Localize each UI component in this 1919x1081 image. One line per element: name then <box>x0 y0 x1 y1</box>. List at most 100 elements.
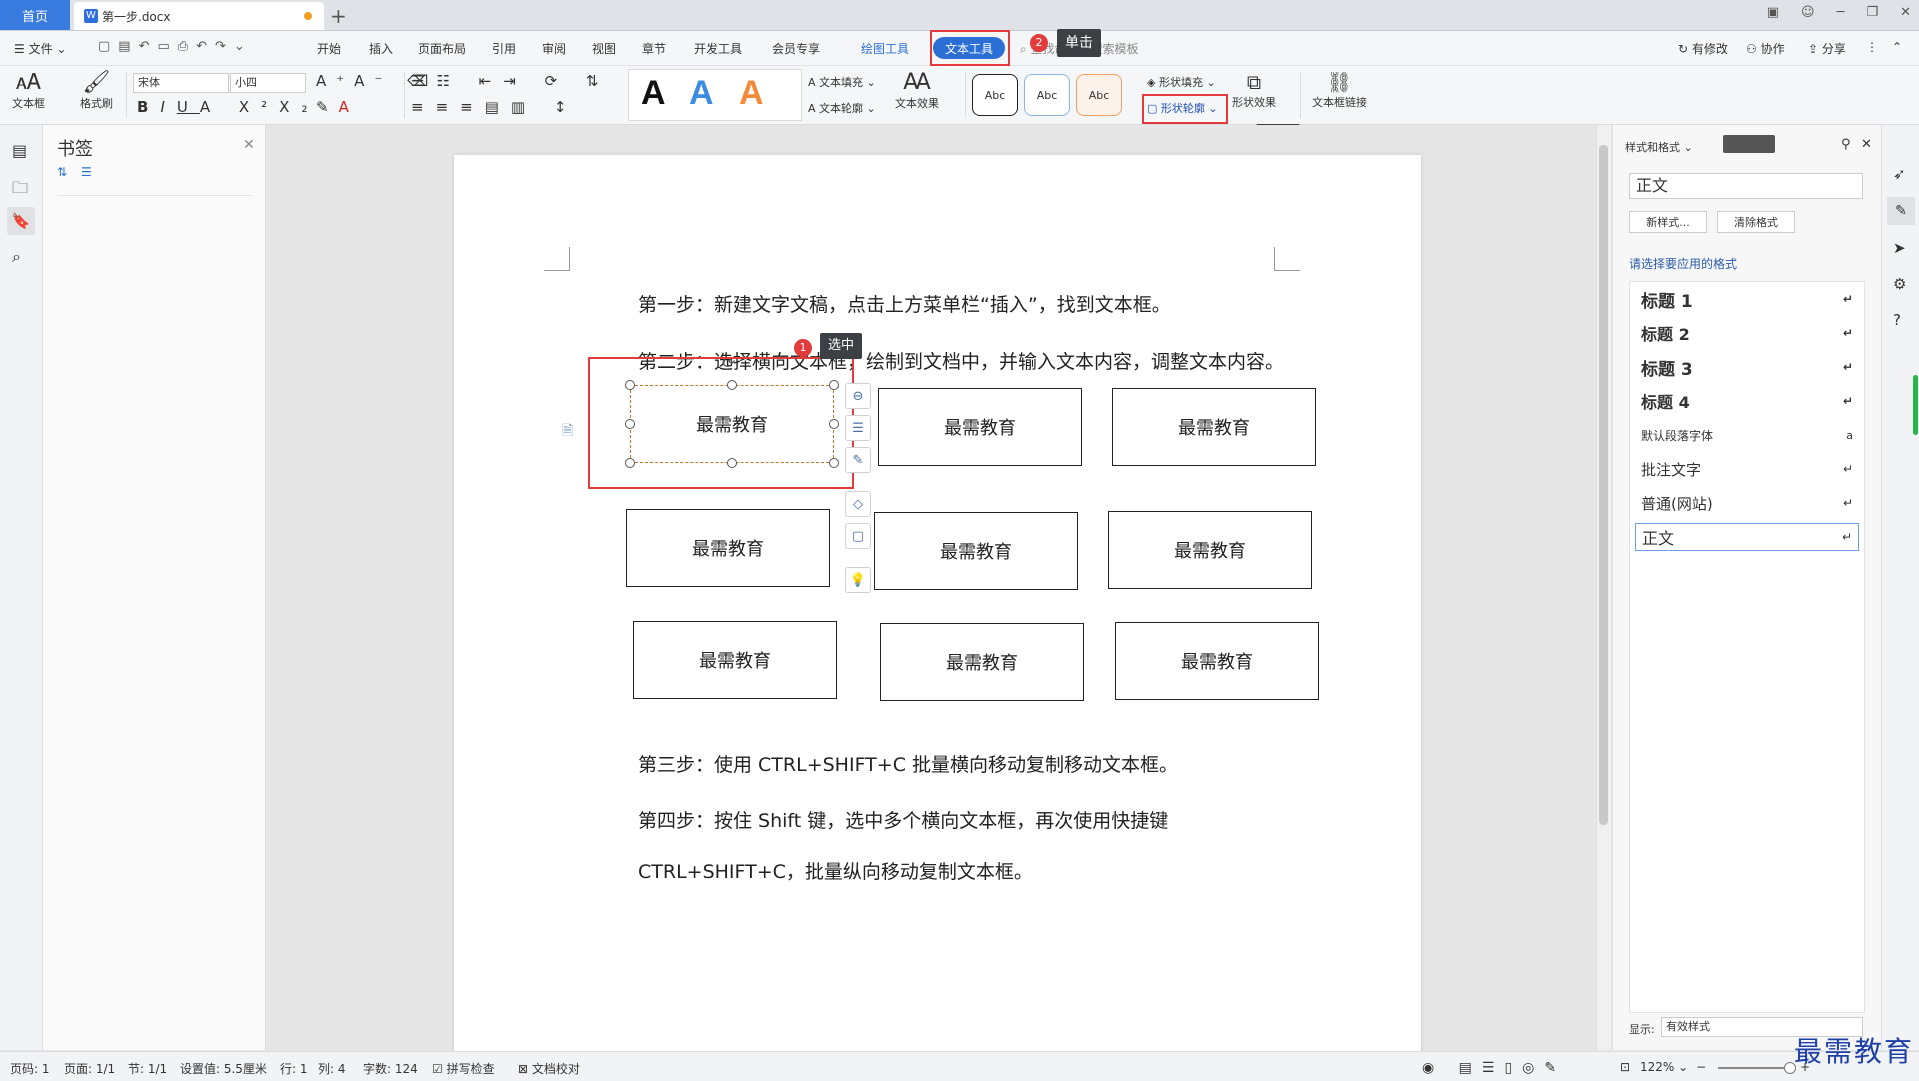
fit-page-icon[interactable]: ⊡ <box>1620 1060 1630 1074</box>
rocket-icon[interactable]: ➶ <box>1893 165 1906 183</box>
menu-view[interactable]: 视图 <box>592 40 616 57</box>
textbox-button[interactable]: 🗚 文本框 <box>12 70 45 111</box>
folder-icon[interactable]: 🗀 <box>12 177 28 204</box>
textbox[interactable]: 最需教育 <box>880 623 1084 701</box>
zoom-slider[interactable] <box>1718 1067 1792 1069</box>
scroll-thumb[interactable] <box>1599 145 1608 825</box>
list-buttons[interactable]: ☰☷ ⇤⇥ ⟳ ⇅ <box>411 72 610 90</box>
close-icon[interactable]: ✕ <box>1861 137 1872 152</box>
text-outline-button[interactable]: A 文本轮廓 ⌄ <box>808 100 876 116</box>
file-menu[interactable]: ☰ 文件 ⌄ <box>14 40 66 57</box>
textbox[interactable]: 最需教育 <box>878 388 1082 466</box>
format-brush-button[interactable]: 🖌 格式刷 <box>80 70 113 111</box>
menu-review[interactable]: 审阅 <box>542 40 566 57</box>
vertical-scrollbar[interactable] <box>1596 125 1611 1050</box>
style-item-comment[interactable]: 批注文字 ↵ <box>1635 455 1859 483</box>
status-page-number[interactable]: 页码: 1 <box>10 1060 50 1077</box>
close-icon[interactable]: ✕ <box>1900 5 1911 20</box>
style-icon[interactable]: ✎ <box>845 447 871 473</box>
help-icon[interactable]: ? <box>1893 311 1901 329</box>
text-style-gallery[interactable]: A A A <box>628 69 802 121</box>
menu-chapter[interactable]: 章节 <box>642 40 666 57</box>
style-pane-title[interactable]: 样式和格式 ⌄ <box>1625 139 1693 155</box>
restore-icon[interactable]: ❐ <box>1866 5 1878 20</box>
sliders-icon[interactable]: ⚙ <box>1893 275 1906 293</box>
tab-document[interactable]: W 第一步.docx <box>74 2 324 30</box>
shape-effect-button[interactable]: ⧉ 形状效果 <box>1232 70 1276 110</box>
textbox-link-button[interactable]: ⛓ 文本框链接 <box>1312 70 1367 110</box>
avatar[interactable]: ☺ <box>1801 5 1815 20</box>
style-item-default-font[interactable]: 默认段落字体 a <box>1635 421 1859 449</box>
menu-page-layout[interactable]: 页面布局 <box>418 40 466 57</box>
shape-style-2[interactable]: Abc <box>1024 74 1070 116</box>
new-tab-button[interactable]: + <box>330 4 347 28</box>
textbox[interactable]: 最需教育 <box>1108 511 1312 589</box>
cursor-icon[interactable]: ➤ <box>1893 239 1906 257</box>
spell-check-button[interactable]: ☑ 拼写检查 <box>432 1060 495 1077</box>
textbox[interactable]: 最需教育 <box>874 512 1078 590</box>
tab-home[interactable]: 首页 <box>0 0 70 30</box>
font-name-select[interactable]: 宋体 <box>133 73 229 93</box>
more-icon[interactable]: ⋮ <box>1866 40 1878 54</box>
menu-member[interactable]: 会员专享 <box>772 40 820 57</box>
font-size-select[interactable]: 小四 <box>230 73 306 93</box>
layout-icon[interactable]: ▣ <box>1767 5 1779 20</box>
menu-drawing-tools[interactable]: 绘图工具 <box>861 40 909 57</box>
document-page[interactable]: 第一步：新建文字文稿，点击上方菜单栏“插入”，找到文本框。 第二步：选择横向文本… <box>454 155 1421 1055</box>
shape-style-1[interactable]: Abc <box>972 74 1018 116</box>
sort-buttons[interactable]: ⇅☰ <box>57 165 106 179</box>
collapse-ribbon-icon[interactable]: ⌃ <box>1892 40 1902 54</box>
zoom-out-icon[interactable]: − <box>1696 1060 1706 1074</box>
font-style-buttons[interactable]: BIUA X²X₂ <box>137 98 319 116</box>
menu-start[interactable]: 开始 <box>317 40 341 57</box>
text-style-blue[interactable]: A <box>689 74 714 113</box>
status-words[interactable]: 字数: 124 <box>363 1060 418 1077</box>
pen-icon[interactable]: ✎ <box>1887 197 1915 225</box>
textbox[interactable]: 最需教育 <box>1115 622 1319 700</box>
status-row[interactable]: 行: 1 <box>280 1060 308 1077</box>
menu-reference[interactable]: 引用 <box>492 40 516 57</box>
proofread-button[interactable]: ⊠ 文档校对 <box>518 1060 580 1077</box>
pin-icon[interactable]: ⚲ <box>1841 137 1851 152</box>
highlight-color-buttons[interactable]: ✎A <box>316 98 359 116</box>
view-mode-buttons[interactable]: ◉ ▤☰▯◎✎ <box>1422 1060 1566 1076</box>
status-section[interactable]: 节: 1/1 <box>128 1060 167 1077</box>
style-item-normal[interactable]: 正文 ↵ <box>1635 523 1859 551</box>
menu-insert[interactable]: 插入 <box>369 40 393 57</box>
quick-access-toolbar[interactable]: ▢▤↶▭⎙↶↷⌄ <box>98 39 253 54</box>
status-col[interactable]: 列: 4 <box>318 1060 346 1077</box>
shape-style-3[interactable]: Abc <box>1076 74 1122 116</box>
share-button[interactable]: ⇪ 分享 <box>1808 40 1846 57</box>
zoom-level[interactable]: 122% ⌄ <box>1640 1060 1688 1074</box>
outline-icon[interactable]: ▤ <box>12 141 27 160</box>
status-page[interactable]: 页面: 1/1 <box>64 1060 115 1077</box>
clear-format-button[interactable]: 清除格式 <box>1717 211 1795 233</box>
lightbulb-icon[interactable]: 💡 <box>845 567 871 593</box>
menu-developer[interactable]: 开发工具 <box>694 40 742 57</box>
fill-icon[interactable]: ◇ <box>845 491 871 517</box>
modified-button[interactable]: ↻ 有修改 <box>1678 40 1728 57</box>
text-fill-button[interactable]: A 文本填充 ⌄ <box>808 74 876 90</box>
style-item-heading2[interactable]: 标题 2 ↵ <box>1635 319 1859 347</box>
outline-icon[interactable]: ▢ <box>845 523 871 549</box>
bookmark-icon[interactable]: 🔖 <box>7 207 35 235</box>
text-style-black[interactable]: A <box>641 74 666 113</box>
collapse-icon[interactable]: ⊖ <box>845 383 871 409</box>
align-buttons[interactable]: ≡≡≡▤▥ ↕ <box>411 98 578 116</box>
style-item-heading4[interactable]: 标题 4 ↵ <box>1635 387 1859 415</box>
textbox[interactable]: 最需教育 <box>626 509 830 587</box>
current-style-select[interactable]: 正文 <box>1629 173 1863 199</box>
layout-options-icon[interactable]: ☰ <box>845 415 871 441</box>
style-item-heading1[interactable]: 标题 1 ↵ <box>1635 285 1859 313</box>
shape-fill-button[interactable]: ◈ 形状填充 ⌄ <box>1147 74 1216 90</box>
status-setting[interactable]: 设置值: 5.5厘米 <box>180 1060 267 1077</box>
search-icon[interactable]: ⌕ <box>12 247 21 267</box>
text-style-orange[interactable]: A <box>739 74 764 113</box>
close-icon[interactable]: ✕ <box>243 137 255 153</box>
new-style-button[interactable]: 新样式... <box>1629 211 1707 233</box>
style-item-web[interactable]: 普通(网站) ↵ <box>1635 489 1859 517</box>
collaborate-button[interactable]: ⚇ 协作 <box>1746 40 1785 57</box>
sogou-input-icon[interactable] <box>1723 135 1775 153</box>
text-effect-button[interactable]: Ꜳ 文本效果 <box>895 70 939 111</box>
textbox[interactable]: 最需教育 <box>1112 388 1316 466</box>
